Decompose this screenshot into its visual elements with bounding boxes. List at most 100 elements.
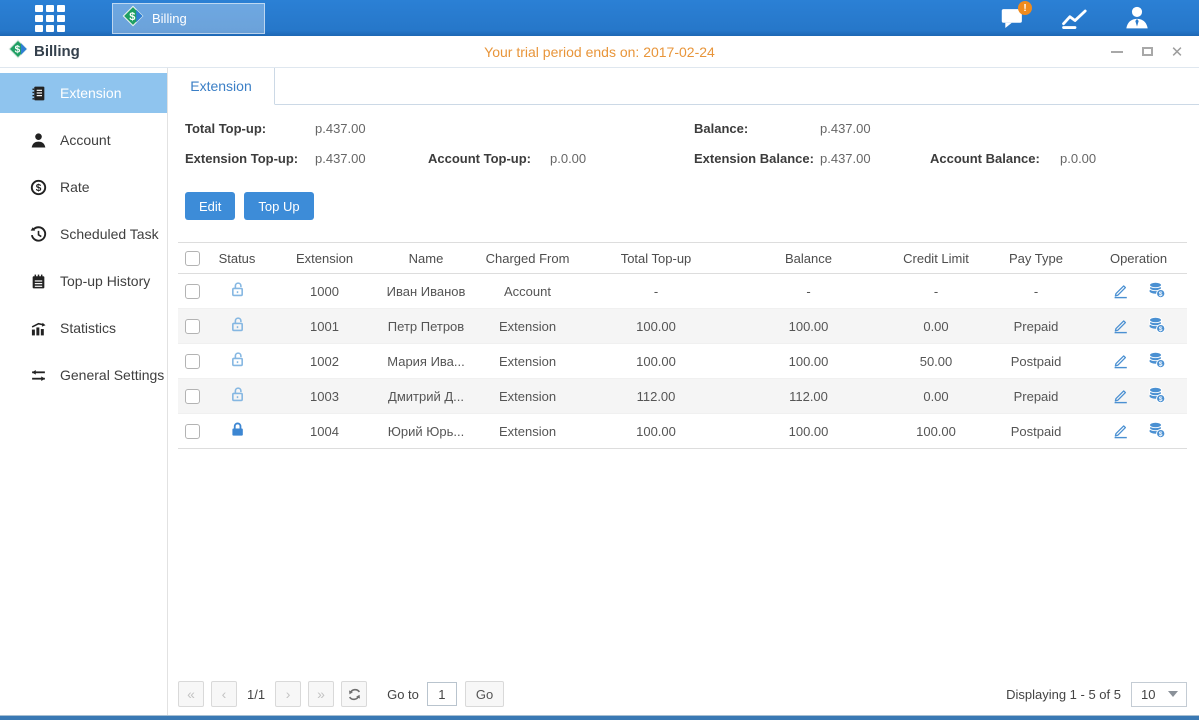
cell-credit-limit: 100.00 <box>890 414 982 449</box>
cell-extension: 1001 <box>267 309 382 344</box>
cell-extension: 1002 <box>267 344 382 379</box>
minimize-button[interactable] <box>1109 45 1125 59</box>
cell-pay-type: Postpaid <box>982 344 1090 379</box>
cell-name: Мария Ива... <box>382 344 470 379</box>
extension-balance-label: Extension Balance: <box>694 151 820 166</box>
sidebar-item-account[interactable]: Account <box>0 120 167 160</box>
row-checkbox[interactable] <box>185 389 200 404</box>
first-page-button[interactable]: « <box>178 681 204 707</box>
maximize-button[interactable] <box>1139 45 1155 59</box>
cell-charged-from: Account <box>470 274 585 309</box>
statistics-chart-icon[interactable] <box>1061 5 1089 31</box>
sidebar-item-topup-history[interactable]: Top-up History <box>0 261 167 301</box>
goto-page-input[interactable] <box>427 682 457 706</box>
balance-summary: Total Top-up: p.437.00 Balance: p.437.00… <box>168 105 1199 166</box>
page-size-value: 10 <box>1141 687 1155 702</box>
chevron-down-icon <box>1168 691 1178 697</box>
tab-extension[interactable]: Extension <box>168 68 275 105</box>
cell-total-topup: 100.00 <box>585 344 727 379</box>
cell-extension: 1003 <box>267 379 382 414</box>
total-topup-label: Total Top-up: <box>185 121 315 136</box>
edit-button[interactable]: Edit <box>185 192 235 220</box>
edit-pencil-icon[interactable] <box>1111 316 1129 337</box>
page-indicator: 1/1 <box>247 687 265 702</box>
cell-credit-limit: 0.00 <box>890 309 982 344</box>
status-cell <box>207 379 267 414</box>
user-account-icon[interactable] <box>1123 5 1151 31</box>
sidebar-item-extension[interactable]: Extension <box>0 73 167 113</box>
table-row: 1003 Дмитрий Д... Extension 112.00 112.0… <box>178 379 1187 414</box>
prev-page-button[interactable]: ‹ <box>211 681 237 707</box>
cell-extension: 1000 <box>267 274 382 309</box>
account-person-icon <box>30 132 47 149</box>
cell-name: Петр Петров <box>382 309 470 344</box>
cell-balance: 100.00 <box>727 414 890 449</box>
taskbar-tab-billing[interactable]: $ Billing <box>112 3 265 34</box>
window-title: $ Billing <box>8 39 80 64</box>
statistics-bars-icon <box>30 320 47 337</box>
operation-cell: $ <box>1090 379 1187 414</box>
page-size-select[interactable]: 10 <box>1131 682 1187 707</box>
messages-icon[interactable]: ! <box>999 5 1027 31</box>
col-operation: Operation <box>1090 243 1187 274</box>
select-all-checkbox[interactable] <box>185 251 200 266</box>
sidebar-item-rate[interactable]: $ Rate <box>0 167 167 207</box>
sidebar-item-statistics[interactable]: Statistics <box>0 308 167 348</box>
account-topup-value: p.0.00 <box>550 151 694 166</box>
unlocked-icon <box>229 281 246 301</box>
table-row: 1002 Мария Ива... Extension 100.00 100.0… <box>178 344 1187 379</box>
edit-pencil-icon[interactable] <box>1111 281 1129 302</box>
top-up-coins-icon[interactable]: $ <box>1147 421 1166 442</box>
svg-text:$: $ <box>1159 396 1163 403</box>
sidebar-item-scheduled-task[interactable]: Scheduled Task <box>0 214 167 254</box>
edit-pencil-icon[interactable] <box>1111 421 1129 442</box>
app-launcher-icon[interactable] <box>35 5 71 31</box>
total-topup-value: p.437.00 <box>315 121 428 136</box>
cell-credit-limit: 50.00 <box>890 344 982 379</box>
row-checkbox[interactable] <box>185 319 200 334</box>
top-up-coins-icon[interactable]: $ <box>1147 281 1166 302</box>
top-up-coins-icon[interactable]: $ <box>1147 351 1166 372</box>
row-checkbox[interactable] <box>185 284 200 299</box>
cell-extension: 1004 <box>267 414 382 449</box>
cell-balance: 100.00 <box>727 344 890 379</box>
refresh-button[interactable] <box>341 681 367 707</box>
row-checkbox[interactable] <box>185 354 200 369</box>
sidebar-item-label: Top-up History <box>60 273 150 289</box>
edit-pencil-icon[interactable] <box>1111 351 1129 372</box>
next-page-button[interactable]: › <box>275 681 301 707</box>
cell-credit-limit: - <box>890 274 982 309</box>
operation-cell: $ <box>1090 344 1187 379</box>
row-checkbox[interactable] <box>185 424 200 439</box>
top-up-coins-icon[interactable]: $ <box>1147 316 1166 337</box>
billing-window: $ Billing ! <box>0 0 1199 720</box>
cell-pay-type: Prepaid <box>982 379 1090 414</box>
go-button[interactable]: Go <box>465 681 504 707</box>
unlocked-icon <box>229 386 246 406</box>
trial-notice: Your trial period ends on: 2017-02-24 <box>0 44 1199 60</box>
extension-balance-value: p.437.00 <box>820 151 930 166</box>
sidebar: Extension Account $ Rate <box>0 68 168 715</box>
table-row: 1000 Иван Иванов Account - - - - <box>178 274 1187 309</box>
billing-diamond-icon: $ <box>122 5 144 32</box>
cell-credit-limit: 0.00 <box>890 379 982 414</box>
close-button[interactable]: ✕ <box>1169 45 1185 59</box>
sidebar-item-label: Rate <box>60 179 90 195</box>
unlocked-icon <box>229 351 246 371</box>
cell-pay-type: Postpaid <box>982 414 1090 449</box>
goto-label: Go to <box>387 687 419 702</box>
sidebar-item-general-settings[interactable]: General Settings <box>0 355 167 395</box>
svg-text:$: $ <box>1159 326 1163 333</box>
cell-charged-from: Extension <box>470 309 585 344</box>
sidebar-item-label: General Settings <box>60 367 164 383</box>
top-up-coins-icon[interactable]: $ <box>1147 386 1166 407</box>
edit-pencil-icon[interactable] <box>1111 386 1129 407</box>
cell-charged-from: Extension <box>470 414 585 449</box>
cell-total-topup: - <box>585 274 727 309</box>
svg-text:$: $ <box>15 45 21 56</box>
cell-charged-from: Extension <box>470 344 585 379</box>
last-page-button[interactable]: » <box>308 681 334 707</box>
system-topbar: $ Billing ! <box>0 0 1199 36</box>
top-up-button[interactable]: Top Up <box>244 192 313 220</box>
cell-balance: 100.00 <box>727 309 890 344</box>
